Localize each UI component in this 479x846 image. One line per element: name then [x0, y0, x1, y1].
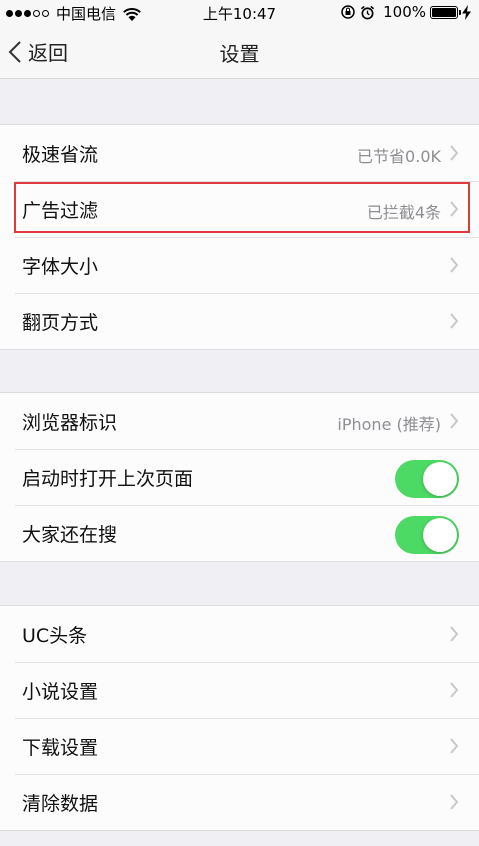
battery-percent: 100%: [383, 3, 426, 21]
settings-row-uc-headlines[interactable]: UC头条: [0, 606, 479, 662]
row-label: UC头条: [22, 625, 88, 647]
row-label: 大家还在搜: [22, 524, 118, 546]
settings-row-user-agent[interactable]: 浏览器标识 iPhone (推荐): [0, 393, 479, 449]
chevron-right-icon: [450, 794, 459, 810]
page-title: 设置: [219, 42, 260, 66]
row-label: 字体大小: [22, 256, 99, 278]
settings-row-download-settings[interactable]: 下载设置: [0, 718, 479, 774]
row-label: 浏览器标识: [22, 412, 118, 434]
chevron-right-icon: [450, 626, 459, 642]
chevron-right-icon: [450, 682, 459, 698]
toggle-knob: [423, 462, 457, 496]
charging-icon: [462, 4, 471, 20]
chevron-right-icon: [450, 413, 459, 429]
row-label: 广告过滤: [22, 200, 99, 222]
settings-row-clear-data[interactable]: 清除数据: [0, 774, 479, 830]
trending-searches-toggle[interactable]: [395, 516, 459, 554]
settings-group-content: UC头条 小说设置 下载设置 清除数据: [0, 605, 479, 831]
settings-group-general: 极速省流 已节省0.0K 广告过滤 已拦截4条 字体大小 翻页方式: [0, 124, 479, 350]
row-label: 极速省流: [22, 144, 99, 166]
settings-row-data-saving[interactable]: 极速省流 已节省0.0K: [0, 125, 479, 181]
row-label: 翻页方式: [22, 312, 99, 334]
alarm-icon: [361, 5, 375, 19]
row-value: 已节省0.0K: [357, 147, 441, 166]
chevron-right-icon: [450, 201, 459, 217]
row-value: 已拦截4条: [366, 203, 441, 222]
restore-last-page-toggle[interactable]: [395, 460, 459, 498]
settings-row-restore-last-page: 启动时打开上次页面: [0, 449, 479, 505]
row-label: 小说设置: [22, 681, 99, 703]
status-right: 100%: [336, 3, 471, 21]
rotation-lock-icon: [341, 5, 355, 19]
row-label: 启动时打开上次页面: [22, 468, 194, 490]
settings-row-novel-settings[interactable]: 小说设置: [0, 662, 479, 718]
status-bar: 中国电信 上午10:47 100%: [0, 0, 479, 24]
settings-row-font-size[interactable]: 字体大小: [0, 237, 479, 293]
row-value: iPhone (推荐): [337, 415, 441, 434]
settings-row-ad-filter[interactable]: 广告过滤 已拦截4条: [0, 181, 479, 237]
chevron-right-icon: [450, 313, 459, 329]
toggle-knob: [423, 518, 457, 552]
settings-row-page-turning[interactable]: 翻页方式: [0, 293, 479, 349]
settings-group-browser: 浏览器标识 iPhone (推荐) 启动时打开上次页面 大家还在搜: [0, 392, 479, 562]
chevron-right-icon: [450, 257, 459, 273]
settings-row-trending-searches: 大家还在搜: [0, 505, 479, 561]
chevron-right-icon: [450, 145, 459, 161]
battery-icon: [430, 5, 461, 19]
chevron-right-icon: [450, 738, 459, 754]
row-label: 下载设置: [22, 737, 99, 759]
navigation-bar: 返回 设置: [0, 24, 479, 79]
row-label: 清除数据: [22, 793, 99, 815]
